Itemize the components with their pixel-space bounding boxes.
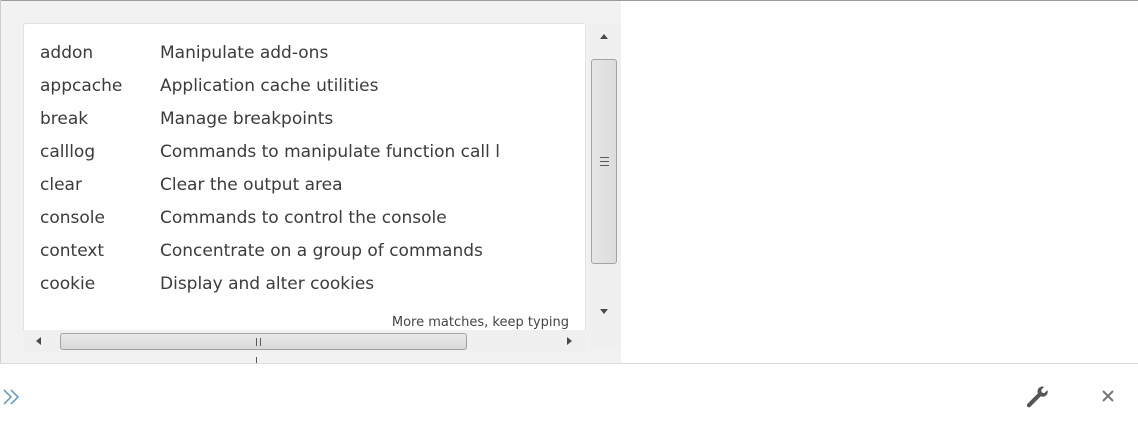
command-description: Clear the output area	[160, 175, 343, 195]
command-input[interactable]	[30, 373, 994, 419]
command-name: addon	[40, 43, 94, 63]
grip-icon	[600, 157, 609, 166]
list-item[interactable]: appcache Application cache utilities	[40, 73, 585, 99]
vertical-scroll-thumb[interactable]	[591, 59, 617, 264]
horizontal-scroll-thumb[interactable]	[60, 333, 467, 365]
autocomplete-list: addon Manipulate add-ons appcache Applic…	[23, 23, 586, 347]
double-chevron-right-icon	[2, 384, 24, 414]
list-item[interactable]: context Concentrate on a group of comman…	[40, 238, 585, 264]
command-description: Commands to control the console	[160, 208, 447, 228]
command-name: calllog	[40, 142, 96, 162]
command-name: console	[40, 208, 105, 228]
list-item[interactable]: console Commands to control the console	[40, 205, 585, 231]
command-name: context	[40, 241, 105, 261]
grip-icon	[256, 338, 267, 365]
command-description: Concentrate on a group of commands	[160, 241, 483, 261]
command-description: Application cache utilities	[160, 76, 379, 96]
command-name: break	[40, 109, 89, 129]
command-name: appcache	[40, 76, 123, 96]
command-name: clear	[40, 175, 82, 195]
list-item[interactable]: addon Manipulate add-ons	[40, 40, 585, 66]
command-description: Display and alter cookies	[160, 274, 375, 294]
list-item[interactable]: clear Clear the output area	[40, 172, 585, 198]
horizontal-scrollbar[interactable]	[23, 330, 586, 365]
list-item[interactable]: cookie Display and alter cookies	[40, 271, 585, 297]
command-description: Manage breakpoints	[160, 109, 334, 129]
scroll-up-arrow-icon[interactable]	[600, 34, 608, 39]
command-name: cookie	[40, 274, 96, 294]
wrench-icon[interactable]	[1024, 384, 1050, 414]
list-item[interactable]: break Manage breakpoints	[40, 106, 585, 132]
list-item[interactable]: calllog Commands to manipulate function …	[40, 139, 585, 165]
scroll-right-arrow-icon[interactable]	[567, 337, 572, 345]
close-icon[interactable]	[1098, 383, 1118, 413]
scroll-left-arrow-icon[interactable]	[36, 337, 41, 345]
command-description: Manipulate add-ons	[160, 43, 329, 63]
scroll-down-arrow-icon[interactable]	[600, 309, 608, 314]
more-matches-hint: More matches, keep typing	[391, 315, 569, 330]
vertical-scrollbar[interactable]	[588, 24, 621, 347]
command-description: Commands to manipulate function call l	[160, 142, 500, 162]
